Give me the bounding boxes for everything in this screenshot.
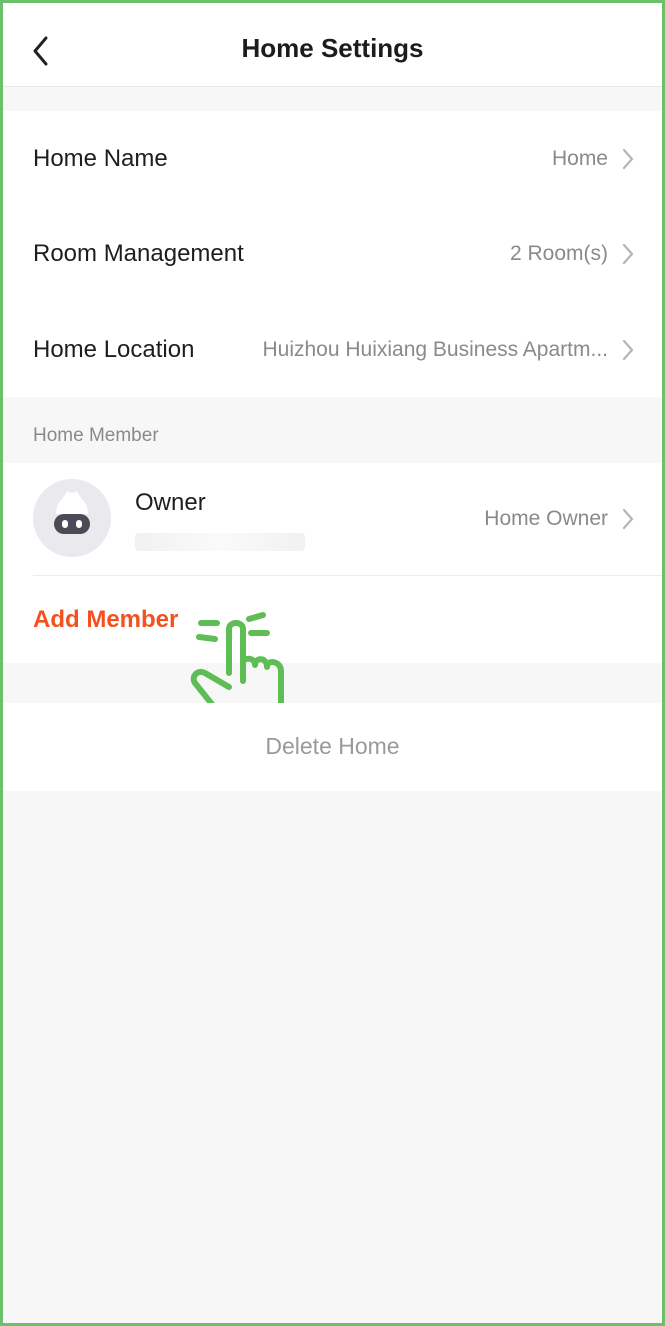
robot-avatar-icon	[54, 490, 90, 534]
chevron-right-icon	[622, 243, 634, 264]
home-location-label: Home Location	[33, 335, 195, 363]
home-location-row[interactable]: Home Location Huizhou Huixiang Business …	[3, 302, 662, 397]
owner-account-redacted	[135, 533, 305, 551]
home-name-label: Home Name	[33, 144, 168, 172]
room-count-value: 2 Room(s)	[509, 241, 608, 265]
home-name-value: Home	[551, 146, 608, 170]
app-frame: Home Settings Home Name Home Room Manage…	[0, 0, 665, 1326]
chevron-right-icon	[622, 148, 634, 169]
home-member-section-label: Home Member	[33, 425, 159, 446]
room-management-label: Room Management	[33, 239, 244, 267]
avatar	[33, 479, 111, 557]
owner-name: Owner	[135, 489, 206, 516]
divider	[33, 575, 662, 576]
add-member-button[interactable]: Add Member	[33, 606, 178, 634]
page-title: Home Settings	[241, 33, 424, 63]
chevron-right-icon	[622, 508, 634, 530]
settings-section: Home Name Home Room Management 2 Room(s)…	[3, 111, 662, 397]
home-name-row[interactable]: Home Name Home	[3, 111, 662, 206]
chevron-right-icon	[622, 339, 634, 360]
home-location-value: Huizhou Huixiang Business Apartm...	[262, 337, 608, 361]
delete-home-button[interactable]: Delete Home	[3, 733, 662, 760]
owner-role: Home Owner	[484, 507, 608, 530]
room-management-row[interactable]: Room Management 2 Room(s)	[3, 206, 662, 301]
top-bar: Home Settings	[3, 3, 662, 87]
